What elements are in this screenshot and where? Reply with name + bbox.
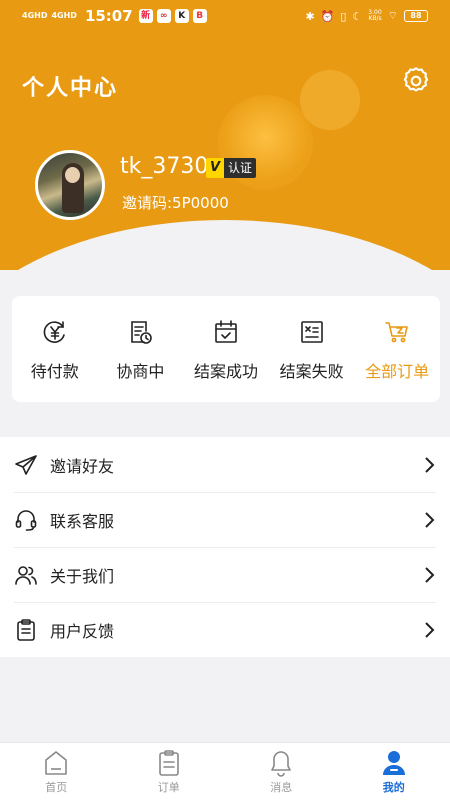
order-all[interactable]: 全部订单 (354, 296, 440, 402)
menu-item-about-us[interactable]: 关于我们 (0, 547, 450, 602)
order-label: 协商中 (116, 362, 165, 381)
notification-app-icon: K (174, 9, 189, 23)
avatar[interactable] (35, 150, 105, 220)
vibrate-icon: ▯ (340, 9, 347, 23)
headset-icon (15, 509, 37, 531)
battery-icon: 88 (404, 10, 428, 22)
menu-item-contact-support[interactable]: 联系客服 (0, 492, 450, 547)
users-icon (15, 565, 37, 585)
order-label: 结案成功 (193, 362, 258, 381)
tab-orders[interactable]: 订单 (113, 743, 226, 800)
order-closed-failed[interactable]: 结案失败 (269, 296, 355, 402)
menu-item-user-feedback[interactable]: 用户反馈 (0, 602, 450, 657)
menu-item-invite-friends[interactable]: 邀请好友 (0, 437, 450, 492)
order-negotiating[interactable]: 协商中 (98, 296, 184, 402)
calendar-check-icon (215, 320, 237, 343)
invite-code: 邀请码:5P0000 (122, 194, 229, 212)
cart-icon (385, 322, 408, 343)
tab-messages[interactable]: 消息 (225, 743, 338, 800)
page-title: 个人中心 (22, 76, 119, 101)
menu-label: 关于我们 (50, 566, 115, 586)
bluetooth-icon: ✱ (305, 9, 315, 23)
paper-plane-icon (15, 454, 37, 475)
notification-app-icon: B (192, 9, 207, 23)
dnd-icon: ☾ (352, 9, 363, 23)
notification-app-icon: 新 (138, 9, 153, 23)
chevron-right-icon (425, 621, 435, 638)
order-label: 待付款 (30, 362, 79, 381)
header-background (0, 0, 450, 270)
document-x-icon (300, 321, 323, 343)
menu-label: 邀请好友 (50, 456, 115, 476)
signal-indicator-2: 4GHD (51, 11, 77, 20)
order-closed-success[interactable]: 结案成功 (183, 296, 269, 402)
document-clock-icon (131, 321, 153, 344)
chevron-right-icon (425, 456, 435, 473)
chevron-right-icon (425, 566, 435, 583)
chevron-right-icon (425, 511, 435, 528)
order-label: 结案失败 (279, 362, 344, 381)
settings-button[interactable] (400, 65, 432, 97)
user-icon (382, 751, 405, 775)
status-bar: 4GHD 4GHD 15:07 新 ∞ K B ✱ ⏰ ▯ ☾ 3.00 KB/s… (0, 0, 450, 32)
verified-mark-icon: V (206, 158, 224, 178)
net-speed: 3.00 KB/s (368, 9, 382, 22)
menu-label: 用户反馈 (50, 621, 115, 641)
tab-label: 订单 (157, 781, 180, 794)
order-pending-payment[interactable]: 待付款 (12, 296, 98, 402)
username: tk_3730 (120, 154, 209, 179)
gear-icon (403, 67, 429, 92)
home-icon (45, 751, 68, 775)
orders-card: 待付款 协商中 结案成功 结案失败 全部订单 (12, 296, 440, 402)
yen-refresh-icon (43, 321, 65, 343)
header-decoration-blob (300, 70, 360, 130)
alarm-icon: ⏰ (320, 9, 335, 23)
signal-indicator-1: 4GHD (22, 11, 48, 20)
order-list-icon (158, 750, 179, 776)
verified-badge: V 认证 (206, 158, 257, 178)
tab-label: 消息 (270, 781, 293, 794)
notification-app-icon: ∞ (156, 9, 171, 23)
tab-label: 首页 (45, 781, 68, 794)
menu-list: 邀请好友 联系客服 关于我们 用户反馈 (0, 437, 450, 657)
tab-home[interactable]: 首页 (0, 743, 113, 800)
verified-text: 认证 (224, 158, 257, 178)
order-label: 全部订单 (365, 362, 430, 381)
bell-icon (271, 751, 292, 777)
bottom-tab-bar: 首页 订单 消息 我的 (0, 742, 450, 800)
menu-label: 联系客服 (50, 511, 115, 531)
tab-mine[interactable]: 我的 (338, 743, 450, 800)
header-curve (0, 220, 450, 270)
wifi-icon: ⌔ (387, 9, 398, 22)
tab-label: 我的 (382, 781, 405, 794)
status-time: 15:07 (84, 7, 133, 25)
clipboard-icon (17, 618, 35, 641)
